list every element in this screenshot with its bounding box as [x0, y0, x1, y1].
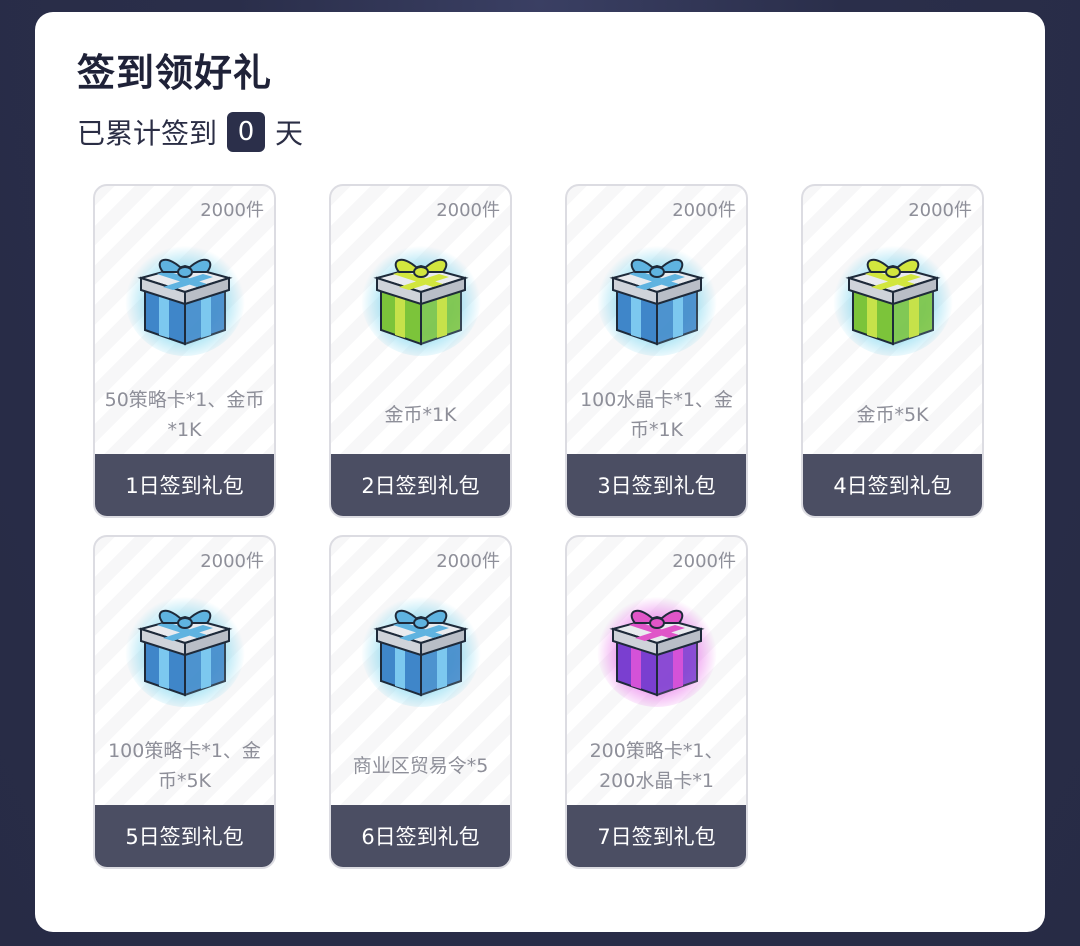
gift-card-day-5[interactable]: 2000件 100策略卡*1、金币*5K 5日签到礼包 — [93, 535, 276, 869]
gift-card-day-2[interactable]: 2000件 金币*1K 2日签到礼包 — [329, 184, 512, 518]
gift-quantity: 2000件 — [908, 200, 972, 221]
gift-description: 200策略卡*1、200水晶卡*1 — [589, 740, 724, 792]
gift-quantity: 2000件 — [436, 200, 500, 221]
gift-box-icon — [123, 583, 247, 707]
gift-quantity: 2000件 — [200, 551, 264, 572]
gift-box-icon — [123, 232, 247, 356]
gift-quantity: 2000件 — [672, 200, 736, 221]
gift-claim-label[interactable]: 6日签到礼包 — [331, 805, 510, 867]
signin-progress: 已累计签到 0 天 — [77, 112, 303, 152]
gift-quantity: 2000件 — [436, 551, 500, 572]
gift-box-icon — [359, 232, 483, 356]
progress-prefix: 已累计签到 — [77, 117, 218, 150]
gift-card-day-3[interactable]: 2000件 100水晶卡*1、金币*1K 3日签到礼包 — [565, 184, 748, 518]
gift-claim-label[interactable]: 2日签到礼包 — [331, 454, 510, 516]
gift-card-day-7[interactable]: 2000件 200策略卡*1、200水晶卡*1 7日签到礼包 — [565, 535, 748, 869]
gift-description: 商业区贸易令*5 — [352, 755, 489, 777]
gift-description: 100策略卡*1、金币*5K — [108, 740, 261, 792]
gift-card-day-4[interactable]: 2000件 金币*5K 4日签到礼包 — [801, 184, 984, 518]
gift-card-day-1[interactable]: 2000件 50策略卡*1、金币*1K 1日签到礼包 — [93, 184, 276, 518]
gift-description: 金币*1K — [384, 404, 457, 426]
gift-quantity: 2000件 — [200, 200, 264, 221]
page-title: 签到领好礼 — [77, 51, 273, 95]
gift-box-icon — [595, 232, 719, 356]
gift-box-icon — [831, 232, 955, 356]
gift-claim-label[interactable]: 4日签到礼包 — [803, 454, 982, 516]
gift-card-day-6[interactable]: 2000件 商业区贸易令*5 6日签到礼包 — [329, 535, 512, 869]
gift-description: 金币*5K — [856, 404, 929, 426]
gift-claim-label[interactable]: 7日签到礼包 — [567, 805, 746, 867]
gift-description: 50策略卡*1、金币*1K — [104, 389, 265, 441]
gift-claim-label[interactable]: 5日签到礼包 — [95, 805, 274, 867]
gift-quantity: 2000件 — [672, 551, 736, 572]
gift-claim-label[interactable]: 1日签到礼包 — [95, 454, 274, 516]
gift-box-icon — [595, 583, 719, 707]
days-count-badge: 0 — [227, 112, 266, 152]
gift-box-icon — [359, 583, 483, 707]
signin-panel: 签到领好礼 已累计签到 0 天 2000件 50策略卡*1、金币*1K 1日签到… — [35, 12, 1045, 932]
progress-suffix: 天 — [275, 117, 304, 150]
gift-claim-label[interactable]: 3日签到礼包 — [567, 454, 746, 516]
gift-description: 100水晶卡*1、金币*1K — [580, 389, 733, 441]
